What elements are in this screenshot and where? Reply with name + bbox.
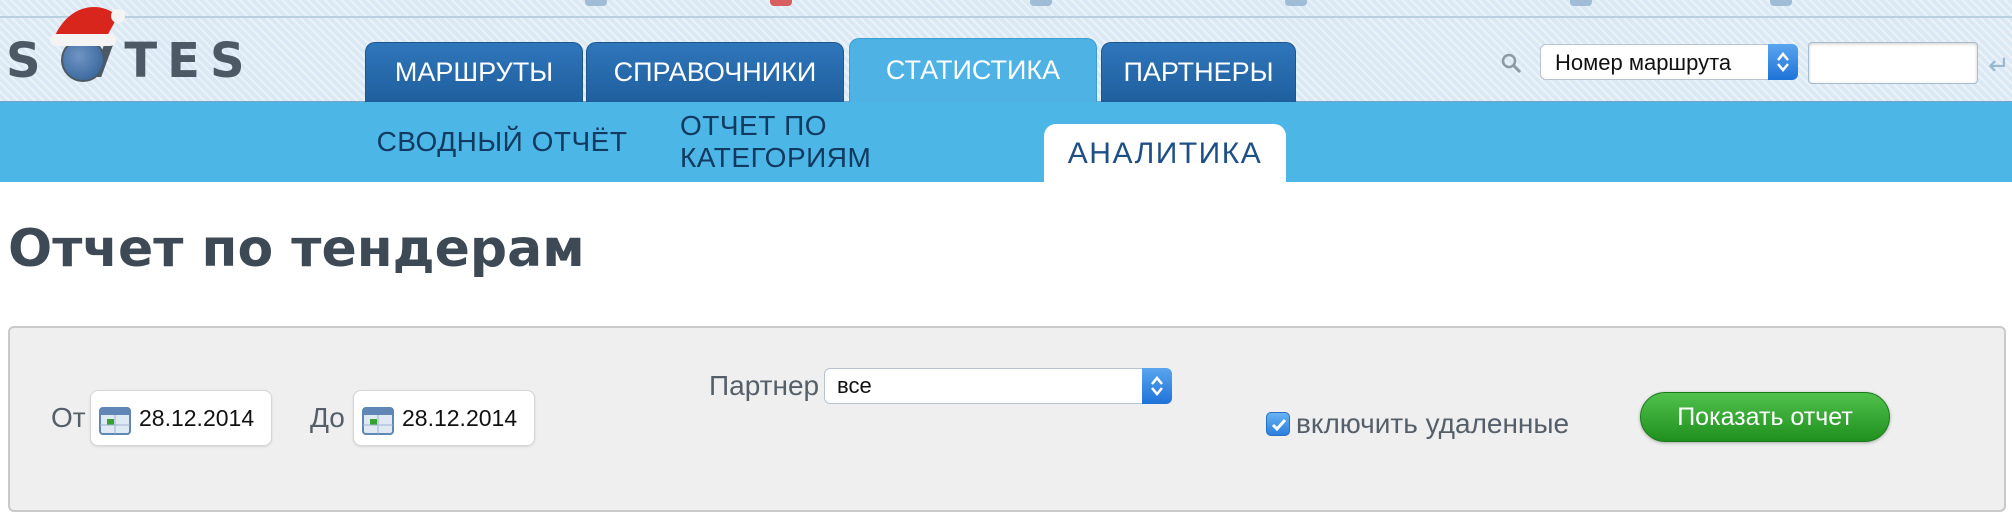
- tab-statistics[interactable]: СТАТИСТИКА: [849, 38, 1097, 102]
- calendar-icon[interactable]: [362, 405, 394, 435]
- partner-label: Партнер: [709, 370, 820, 401]
- toolbar-icon[interactable]: [585, 0, 607, 6]
- subtab-label: СВОДНЫЙ ОТЧЁТ: [376, 126, 628, 157]
- select-arrows-icon: [1768, 44, 1798, 80]
- partner-select[interactable]: все: [824, 368, 1172, 404]
- tab-label: СПРАВОЧНИКИ: [613, 57, 817, 87]
- search-type-select[interactable]: Номер маршрута: [1540, 44, 1798, 80]
- search-type-value: Номер маршрута: [1555, 50, 1732, 75]
- subtab-analytics[interactable]: АНАЛИТИКА: [1044, 124, 1286, 182]
- sub-navigation: СВОДНЫЙ ОТЧЁТ ОТЧЕТ ПО КАТЕГОРИЯМ АНАЛИТ…: [0, 102, 2012, 182]
- route-number-input[interactable]: [1808, 42, 1978, 84]
- to-date-value: 28.12.2014: [402, 405, 518, 431]
- partner-value: все: [837, 373, 872, 398]
- tab-partners[interactable]: ПАРТНЕРЫ: [1101, 42, 1296, 102]
- toolbar-icon[interactable]: [1030, 0, 1052, 6]
- filter-panel: От 28.12.2014 До 28.12.2014 Партнер все: [8, 326, 2006, 512]
- tab-label: ПАРТНЕРЫ: [1123, 57, 1274, 87]
- santa-hat-icon: [50, 7, 125, 46]
- tab-routes[interactable]: МАРШРУТЫ: [365, 42, 583, 102]
- from-label: От: [51, 402, 86, 433]
- from-date-value: 28.12.2014: [139, 405, 255, 431]
- subtab-summary-report[interactable]: СВОДНЫЙ ОТЧЁТ: [372, 102, 632, 182]
- tab-label: СТАТИСТИКА: [885, 55, 1061, 85]
- from-date-field[interactable]: 28.12.2014: [90, 390, 272, 446]
- toolbar-icon[interactable]: [1285, 0, 1307, 6]
- include-deleted-label[interactable]: включить удаленные: [1296, 408, 1569, 440]
- logo-text: S VTES: [6, 33, 255, 89]
- toolbar-icon[interactable]: [1770, 0, 1792, 6]
- calendar-icon[interactable]: [99, 405, 131, 435]
- select-arrows-icon: [1142, 368, 1172, 404]
- show-report-button[interactable]: Показать отчет: [1640, 392, 1890, 442]
- top-header: S VTES МАРШРУТЫ СПРАВОЧНИКИ СТАТИСТИКА П…: [0, 0, 2012, 102]
- tab-directories[interactable]: СПРАВОЧНИКИ: [586, 42, 844, 102]
- tab-label: МАРШРУТЫ: [394, 57, 554, 87]
- browser-toolbar-strip: [0, 0, 2012, 18]
- toolbar-icon[interactable]: [770, 0, 792, 6]
- search-icon: [1501, 53, 1522, 74]
- checkmark-icon: [1271, 419, 1287, 432]
- page-title: Отчет по тендерам: [8, 219, 585, 279]
- enter-icon[interactable]: ↵: [1988, 50, 2010, 81]
- subtab-category-report[interactable]: ОТЧЕТ ПО КАТЕГОРИЯМ: [680, 102, 1000, 182]
- include-deleted-checkbox[interactable]: [1266, 412, 1290, 436]
- show-report-label: Показать отчет: [1677, 402, 1853, 431]
- to-label: До: [310, 402, 345, 433]
- to-date-field[interactable]: 28.12.2014: [353, 390, 535, 446]
- toolbar-icon[interactable]: [1570, 0, 1592, 6]
- subtab-label: ОТЧЕТ ПО КАТЕГОРИЯМ: [680, 110, 872, 173]
- logo[interactable]: S VTES: [6, 7, 276, 89]
- subtab-label: АНАЛИТИКА: [1067, 137, 1263, 170]
